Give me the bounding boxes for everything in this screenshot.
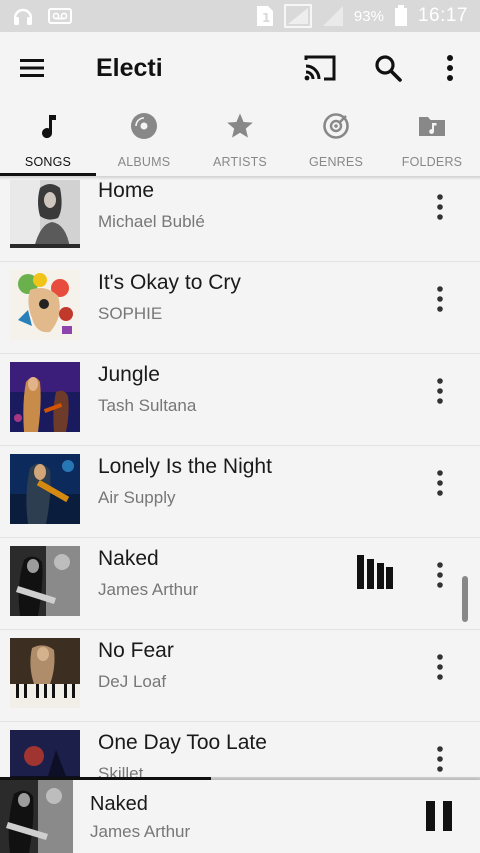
status-bar: 1 93% 16:17	[0, 0, 480, 32]
song-title: Jungle	[98, 363, 160, 386]
status-time: 16:17	[417, 5, 468, 26]
now-playing-album-art	[0, 780, 73, 853]
tab-bar: SONGS ALBUMS ARTISTS GENRES FOLDERS	[0, 106, 480, 176]
now-playing-bar[interactable]: Naked James Arthur	[0, 780, 480, 853]
song-row[interactable]: It's Okay to Cry SOPHIE	[0, 262, 480, 354]
tab-label: ARTISTS	[213, 155, 267, 169]
song-row[interactable]: No Fear DeJ Loaf	[0, 630, 480, 722]
album-art	[10, 270, 80, 340]
album-art	[10, 730, 80, 780]
more-vert-icon[interactable]	[440, 52, 460, 84]
search-icon[interactable]	[372, 52, 404, 84]
song-row[interactable]: Jungle Tash Sultana	[0, 354, 480, 446]
now-playing-artist: James Arthur	[90, 822, 191, 841]
song-title: Naked	[98, 547, 159, 570]
tab-albums[interactable]: ALBUMS	[96, 106, 192, 176]
song-list[interactable]: Home Michael Bublé It's Okay to Cry SOPH…	[0, 180, 480, 780]
song-artist: Tash Sultana	[98, 396, 197, 415]
more-vert-icon[interactable]	[432, 744, 448, 774]
sim-1-icon: 1	[256, 6, 273, 26]
more-vert-icon[interactable]	[432, 284, 448, 314]
star-icon	[227, 113, 253, 138]
song-artist: James Arthur	[98, 580, 199, 599]
music-note-icon	[42, 115, 56, 139]
song-title: No Fear	[98, 639, 174, 662]
voicemail-icon	[48, 8, 72, 24]
scrollbar[interactable]	[462, 576, 468, 622]
album-art	[10, 454, 80, 524]
more-vert-icon[interactable]	[432, 560, 448, 590]
song-row-playing[interactable]: Naked James Arthur	[0, 538, 480, 630]
more-vert-icon[interactable]	[432, 376, 448, 406]
target-disc-icon	[323, 113, 349, 139]
song-row[interactable]: Home Michael Bublé	[0, 180, 480, 262]
song-artist: Air Supply	[98, 488, 176, 507]
tab-label: ALBUMS	[117, 155, 171, 169]
now-playing-title: Naked	[90, 793, 148, 815]
more-vert-icon[interactable]	[432, 468, 448, 498]
song-title: Lonely Is the Night	[98, 455, 272, 478]
tab-label: FOLDERS	[401, 155, 463, 169]
song-artist: Michael Bublé	[98, 212, 205, 231]
disc-icon	[131, 113, 157, 139]
tab-genres[interactable]: GENRES	[288, 106, 384, 176]
song-title: Home	[98, 180, 155, 202]
menu-icon[interactable]	[18, 56, 46, 80]
app-title: Electi	[96, 54, 163, 82]
tab-artists[interactable]: ARTISTS	[192, 106, 288, 176]
tab-label: GENRES	[309, 155, 363, 169]
album-art	[10, 638, 80, 708]
tab-songs[interactable]: SONGS	[0, 106, 96, 176]
pause-icon[interactable]	[424, 799, 454, 833]
song-row[interactable]: One Day Too Late Skillet	[0, 722, 480, 780]
tab-folders[interactable]: FOLDERS	[384, 106, 480, 176]
song-row[interactable]: Lonely Is the Night Air Supply	[0, 446, 480, 538]
headphones-icon	[13, 8, 33, 25]
album-art	[10, 546, 80, 616]
svg-text:1: 1	[262, 11, 270, 25]
signal-empty-icon	[322, 6, 343, 26]
battery-percent: 93%	[353, 7, 384, 25]
more-vert-icon[interactable]	[432, 192, 448, 222]
more-vert-icon[interactable]	[432, 652, 448, 682]
song-title: One Day Too Late	[98, 731, 267, 754]
cast-icon[interactable]	[302, 52, 338, 84]
album-art	[10, 362, 80, 432]
tab-label: SONGS	[24, 155, 72, 169]
battery-icon	[394, 5, 407, 26]
album-art	[10, 180, 80, 248]
music-folder-icon	[419, 117, 445, 136]
signal-icon	[284, 4, 312, 28]
app-bar: Electi	[0, 32, 480, 106]
song-artist: DeJ Loaf	[98, 672, 167, 691]
equalizer-icon	[357, 555, 393, 589]
song-artist: SOPHIE	[98, 304, 163, 323]
song-title: It's Okay to Cry	[98, 271, 241, 294]
